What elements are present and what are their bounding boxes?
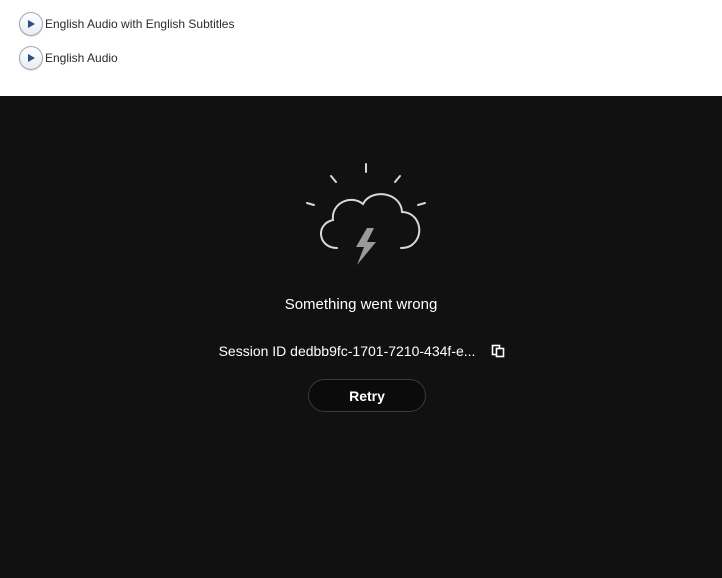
session-id-row: Session ID dedbb9fc-1701-7210-434f-e...	[0, 343, 722, 359]
play-icon[interactable]	[19, 46, 43, 70]
session-id-text: Session ID dedbb9fc-1701-7210-434f-e...	[218, 343, 476, 359]
copy-icon[interactable]	[491, 344, 505, 358]
storm-cloud-icon	[306, 163, 426, 265]
error-message: Something went wrong	[284, 296, 438, 313]
retry-button[interactable]: Retry	[308, 379, 426, 412]
video-player-error-panel: Something went wrong Session ID dedbb9fc…	[0, 96, 722, 578]
audio-option-english-subtitles[interactable]: English Audio with English Subtitles	[19, 12, 234, 36]
play-icon[interactable]	[19, 12, 43, 36]
audio-option-english-audio[interactable]: English Audio	[19, 46, 118, 70]
audio-option-label[interactable]: English Audio	[45, 51, 118, 65]
audio-options-list: English Audio with English Subtitles Eng…	[0, 0, 722, 96]
audio-option-label[interactable]: English Audio with English Subtitles	[45, 17, 234, 31]
